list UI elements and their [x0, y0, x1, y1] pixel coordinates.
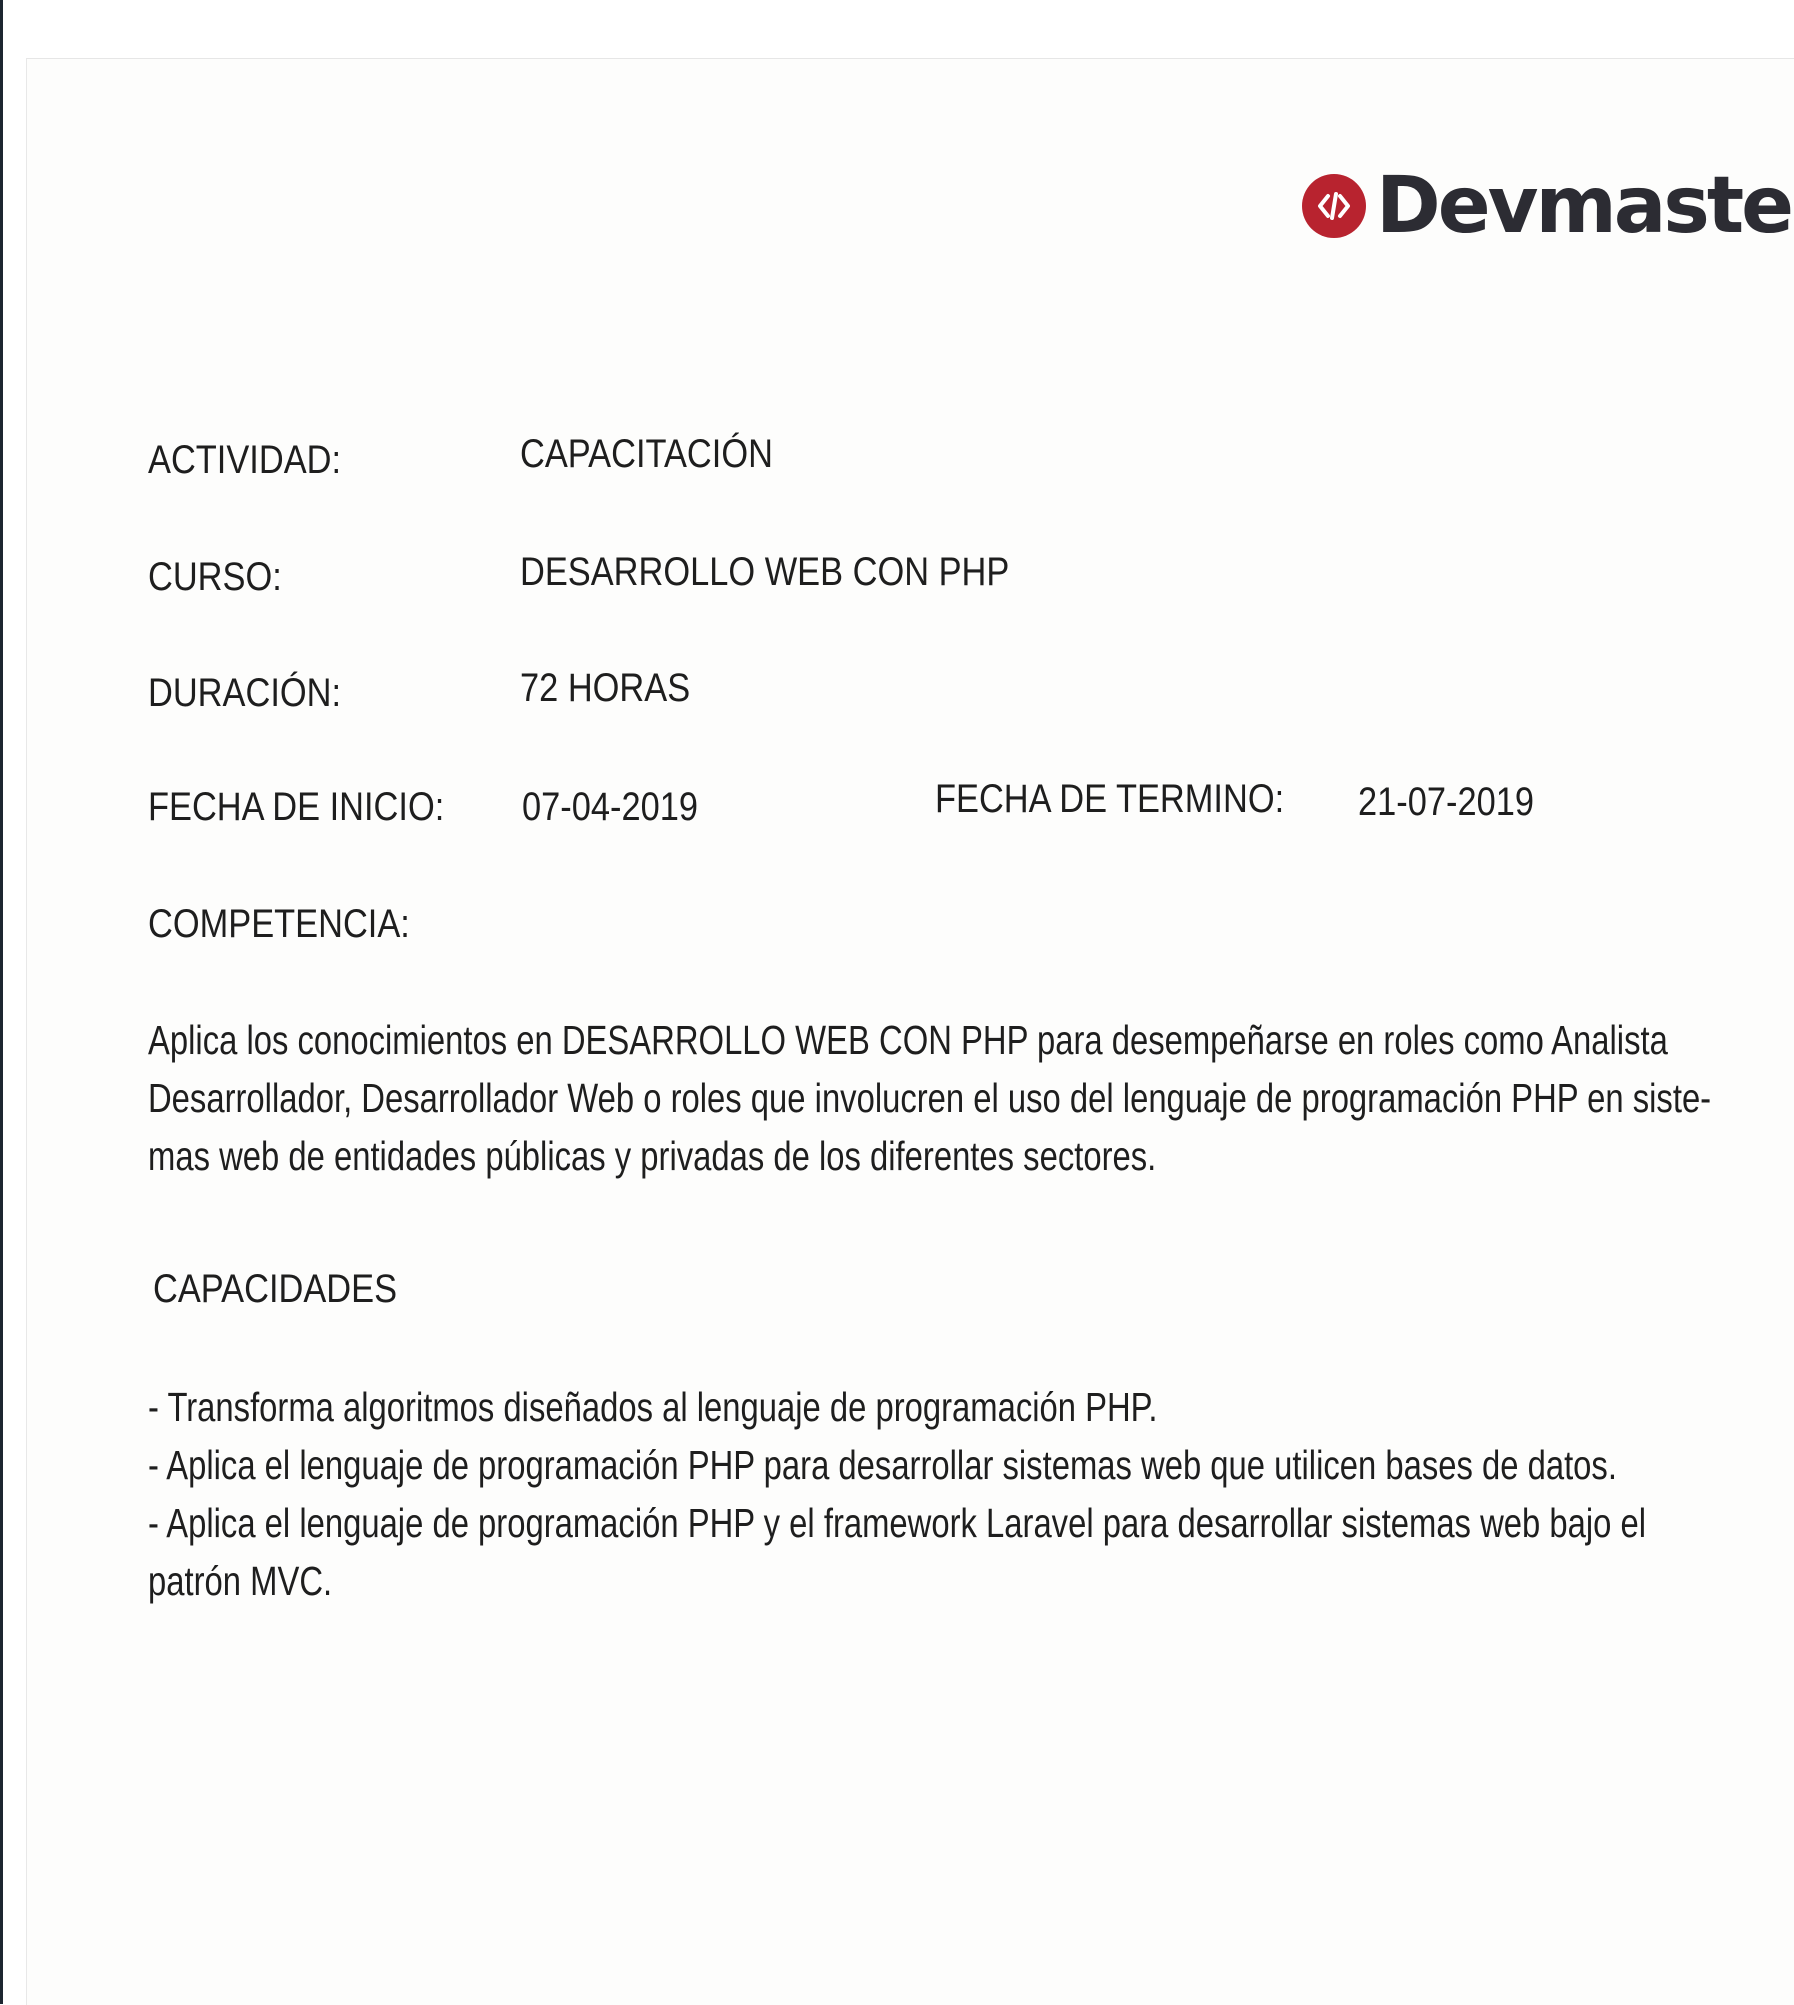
label-fecha-inicio: FECHA DE INICIO:: [148, 785, 445, 829]
label-curso: CURSO:: [148, 555, 282, 599]
value-fecha-inicio: 07-04-2019: [522, 785, 698, 829]
scan-edge: [0, 0, 3, 2004]
value-duracion: 72 HORAS: [520, 666, 691, 710]
competencia-line: Aplica los conocimientos en DESARROLLO W…: [148, 1017, 1668, 1063]
devmaster-logo: Devmaster: [1302, 162, 1794, 250]
capacidad-item: - Aplica el lenguaje de programación PHP…: [148, 1442, 1617, 1488]
competencia-heading: COMPETENCIA:: [148, 902, 410, 946]
label-actividad: ACTIVIDAD:: [148, 438, 342, 482]
capacidad-item: - Transforma algoritmos diseñados al len…: [148, 1384, 1158, 1430]
label-duracion: DURACIÓN:: [148, 671, 342, 715]
capacidad-item: - Aplica el lenguaje de programación PHP…: [148, 1500, 1647, 1546]
value-actividad: CAPACITACIÓN: [520, 432, 773, 476]
capacidad-item: patrón MVC.: [148, 1558, 333, 1604]
label-fecha-termino: FECHA DE TERMINO:: [935, 777, 1285, 821]
value-curso: DESARROLLO WEB CON PHP: [520, 550, 1010, 594]
competencia-line: Desarrollador, Desarrollador Web o roles…: [148, 1075, 1712, 1121]
competencia-line: mas web de entidades públicas y privadas…: [148, 1133, 1157, 1179]
devmaster-logo-icon: [1302, 174, 1366, 238]
capacidades-list: - Transforma algoritmos diseñados al len…: [148, 1378, 1646, 1610]
value-fecha-termino: 21-07-2019: [1358, 780, 1534, 824]
competencia-text: Aplica los conocimientos en DESARROLLO W…: [148, 1011, 1711, 1185]
brand-name: Devmaster: [1376, 161, 1794, 251]
capacidades-heading: CAPACIDADES: [153, 1267, 398, 1311]
